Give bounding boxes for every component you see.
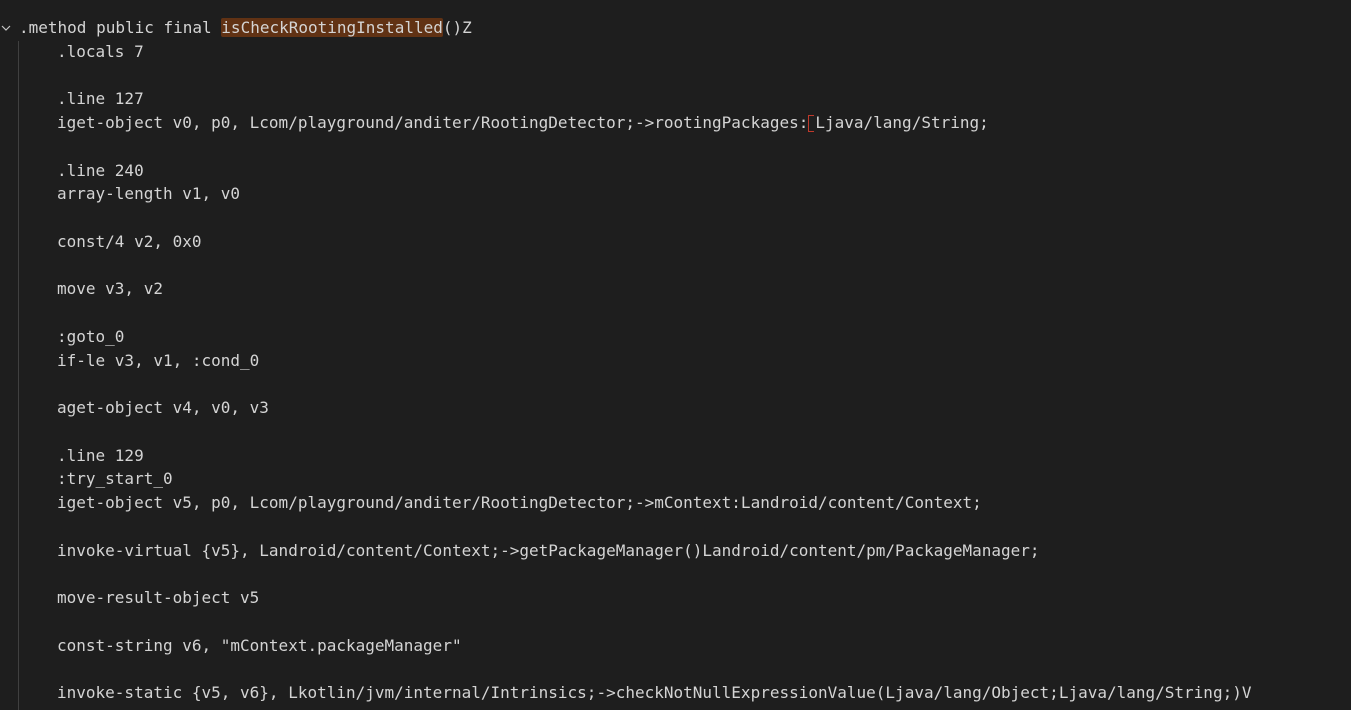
code-line[interactable]: .line 129 bbox=[19, 444, 1351, 468]
code-line[interactable] bbox=[19, 657, 1351, 681]
chevron-down-icon[interactable] bbox=[0, 21, 12, 35]
method-name-highlight[interactable]: isCheckRootingInstalled bbox=[221, 18, 443, 37]
code-line[interactable]: aget-object v4, v0, v3 bbox=[19, 396, 1351, 420]
bracket-match-marker bbox=[808, 115, 815, 132]
code-lines: .method public final isCheckRootingInsta… bbox=[19, 16, 1351, 705]
code-line[interactable]: :goto_0 bbox=[19, 325, 1351, 349]
code-line[interactable]: move v3, v2 bbox=[19, 277, 1351, 301]
code-editor[interactable]: .method public final isCheckRootingInsta… bbox=[0, 0, 1351, 710]
code-line[interactable] bbox=[19, 420, 1351, 444]
code-line[interactable]: :try_start_0 bbox=[19, 467, 1351, 491]
method-signature: ()Z bbox=[442, 18, 472, 37]
method-declaration-line[interactable]: .method public final isCheckRootingInsta… bbox=[19, 16, 1351, 40]
code-line[interactable]: iget-object v0, p0, Lcom/playground/andi… bbox=[19, 111, 1351, 135]
code-line[interactable] bbox=[19, 254, 1351, 278]
code-line[interactable] bbox=[19, 515, 1351, 539]
iget-object-type: Ljava/lang/String; bbox=[815, 113, 989, 132]
code-line[interactable]: const/4 v2, 0x0 bbox=[19, 230, 1351, 254]
method-modifiers: .method public final bbox=[19, 18, 222, 37]
code-line[interactable]: .locals 7 bbox=[19, 40, 1351, 64]
code-line[interactable] bbox=[19, 372, 1351, 396]
code-line[interactable]: invoke-virtual {v5}, Landroid/content/Co… bbox=[19, 539, 1351, 563]
iget-object-prefix: iget-object v0, p0, Lcom/playground/andi… bbox=[57, 113, 809, 132]
code-line[interactable]: invoke-static {v5, v6}, Lkotlin/jvm/inte… bbox=[19, 681, 1351, 705]
code-line[interactable]: const-string v6, "mContext.packageManage… bbox=[19, 634, 1351, 658]
code-line[interactable]: .line 240 bbox=[19, 159, 1351, 183]
code-line[interactable] bbox=[19, 610, 1351, 634]
code-line[interactable] bbox=[19, 135, 1351, 159]
code-line[interactable]: if-le v3, v1, :cond_0 bbox=[19, 349, 1351, 373]
code-line[interactable]: array-length v1, v0 bbox=[19, 182, 1351, 206]
code-line[interactable] bbox=[19, 301, 1351, 325]
code-line[interactable] bbox=[19, 64, 1351, 88]
code-line[interactable] bbox=[19, 206, 1351, 230]
code-line[interactable]: move-result-object v5 bbox=[19, 586, 1351, 610]
code-line[interactable]: iget-object v5, p0, Lcom/playground/andi… bbox=[19, 491, 1351, 515]
code-line[interactable]: .line 127 bbox=[19, 87, 1351, 111]
code-line[interactable] bbox=[19, 562, 1351, 586]
